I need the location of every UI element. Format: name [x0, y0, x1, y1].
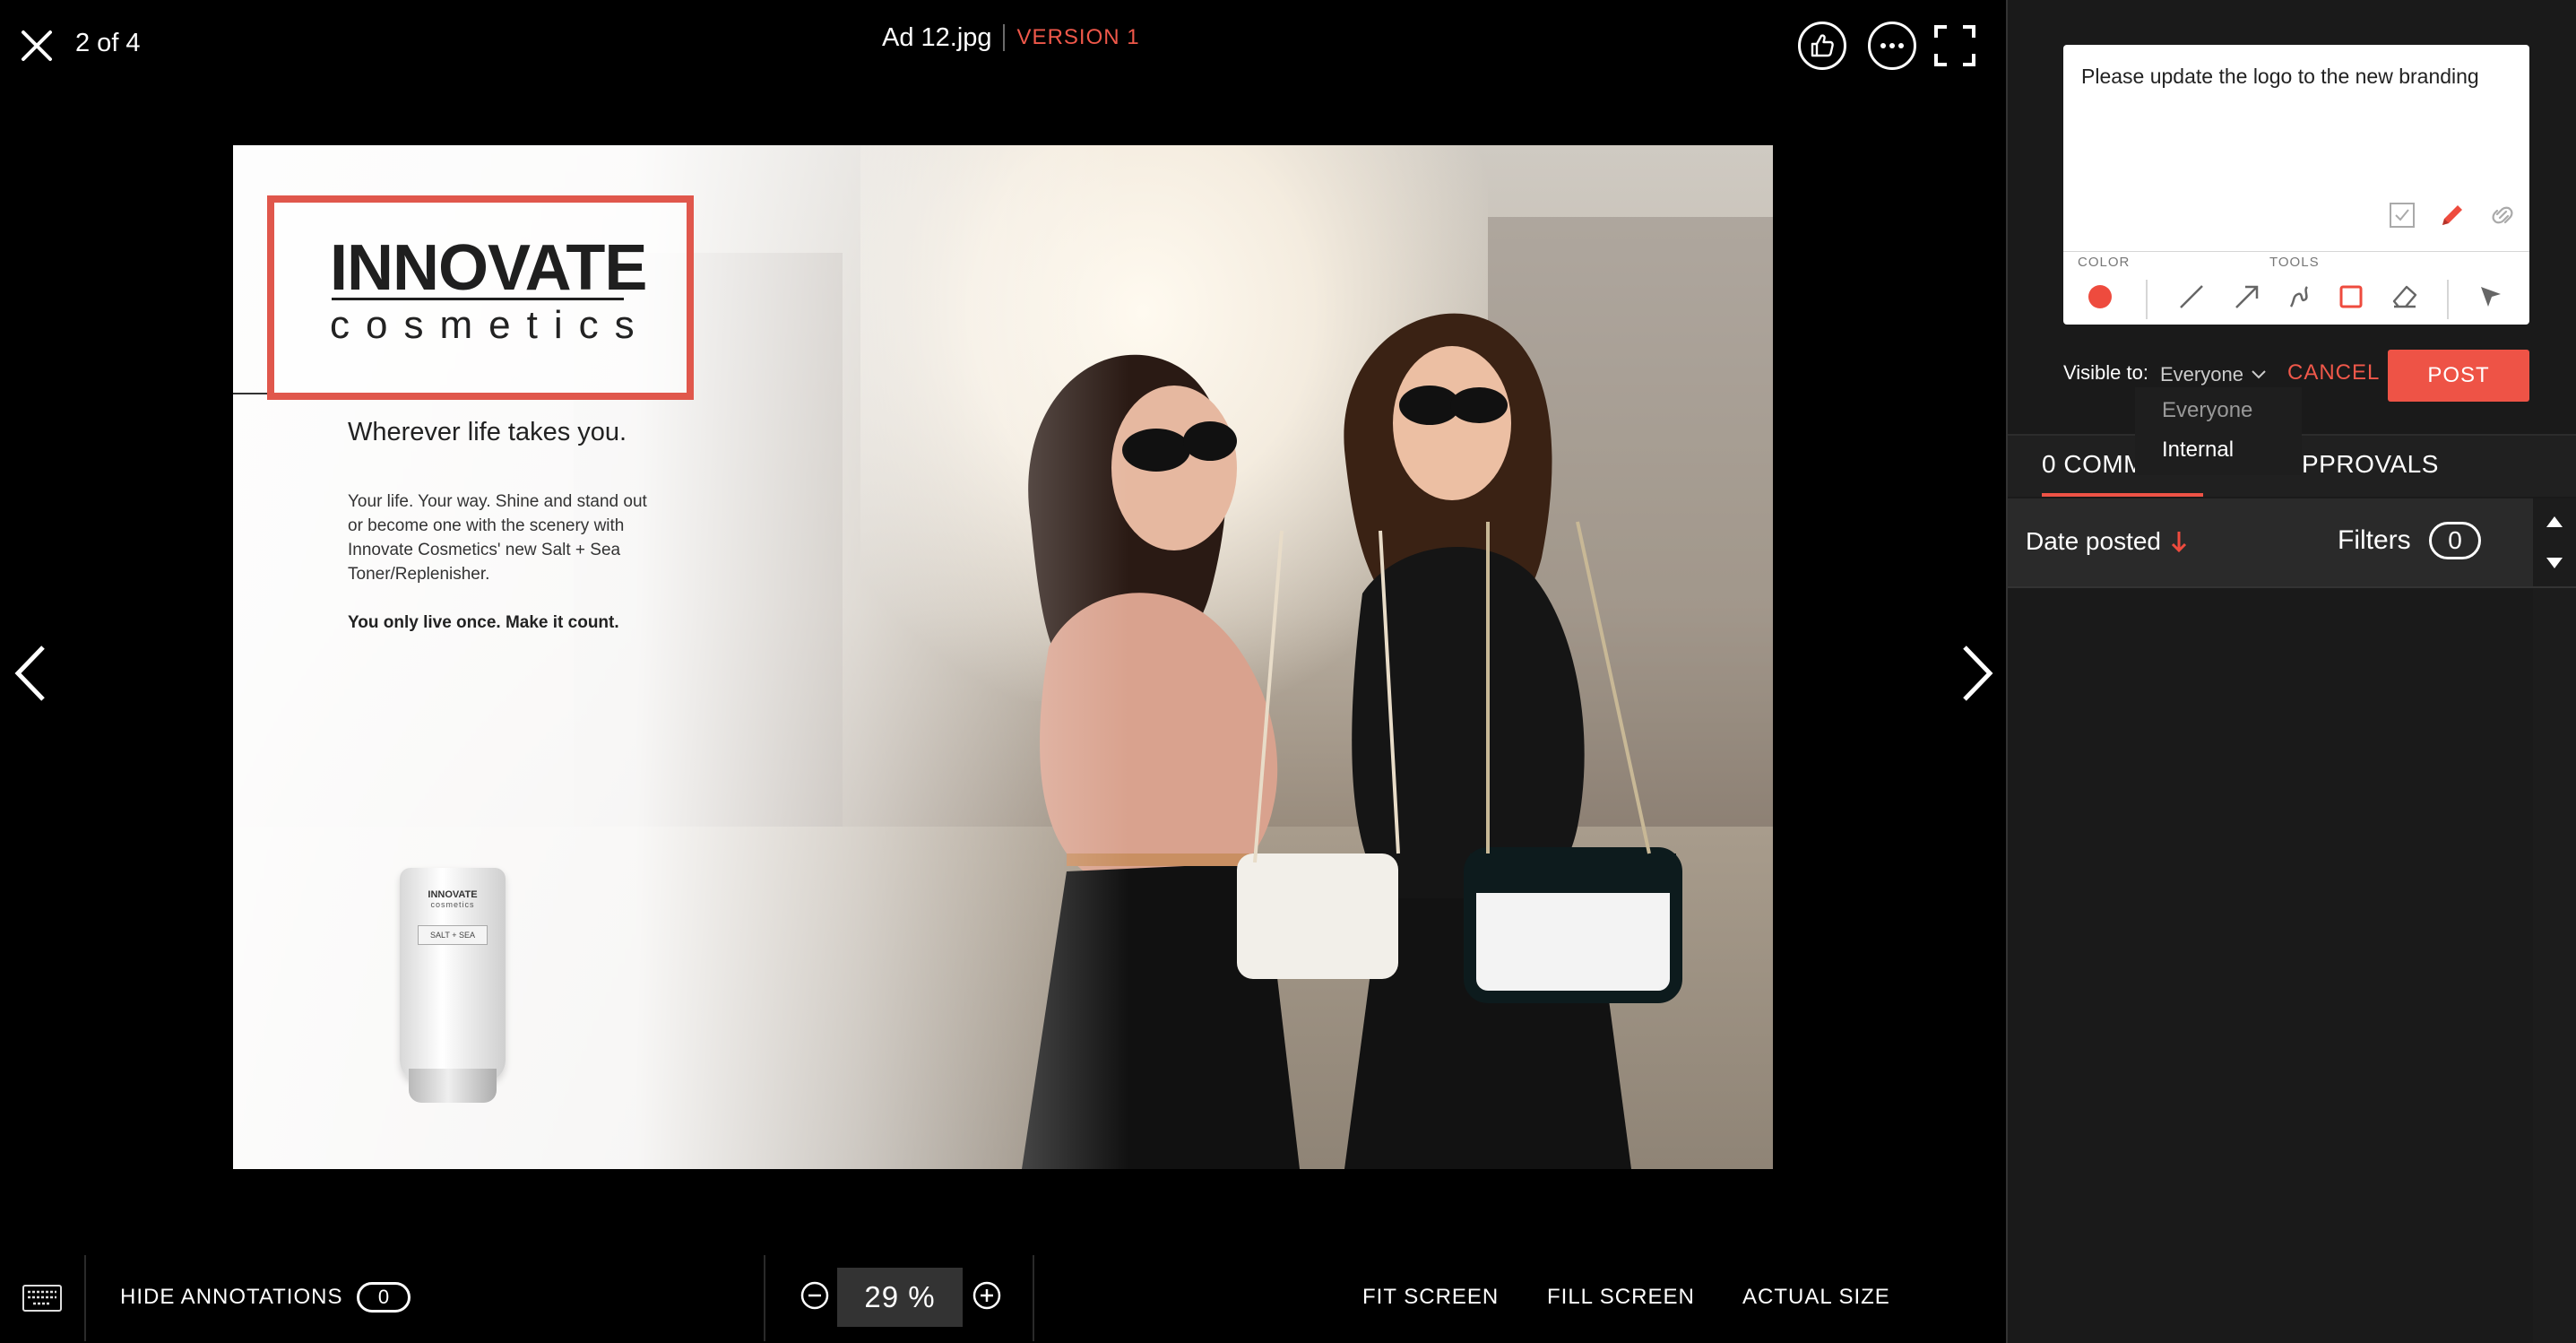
file-name: Ad 12.jpg — [882, 22, 992, 52]
fullscreen-icon[interactable] — [1932, 23, 1977, 68]
sort-bar: Date posted Filters 0 — [2008, 498, 2533, 586]
eraser-tool[interactable] — [2388, 280, 2422, 314]
attachment-icon[interactable] — [2488, 201, 2517, 230]
chevron-down-icon — [2252, 370, 2266, 379]
visibility-dropdown: Everyone Internal — [2135, 387, 2302, 475]
hide-annotations-button[interactable]: HIDE ANNOTATIONS — [120, 1284, 342, 1311]
title-divider — [1002, 24, 1005, 51]
zoom-level-input[interactable]: 29 % — [837, 1268, 963, 1327]
comment-input[interactable]: Please update the logo to the new brandi… — [2081, 65, 2503, 88]
color-picker[interactable] — [2083, 280, 2117, 314]
tube-subbrand: cosmetics — [430, 900, 475, 909]
visibility-option-everyone[interactable]: Everyone — [2162, 398, 2252, 423]
pencil-icon[interactable] — [2438, 201, 2467, 230]
visibility-label: Visible to: — [2063, 361, 2148, 384]
color-label: COLOR — [2078, 255, 2131, 270]
version-selector[interactable]: VERSION 1 — [1017, 25, 1140, 50]
close-icon[interactable] — [18, 27, 56, 65]
tab-comments[interactable]: 0 COMM — [2042, 450, 2145, 479]
sort-date-posted[interactable]: Date posted — [2026, 527, 2188, 556]
visibility-option-internal[interactable]: Internal — [2162, 438, 2234, 463]
rectangle-tool[interactable] — [2334, 280, 2368, 314]
visibility-value: Everyone — [2160, 363, 2243, 386]
logo-rule — [233, 393, 269, 394]
ad-tagline: Wherever life takes you. — [348, 418, 627, 446]
color-swatch-icon — [2088, 285, 2112, 308]
previous-arrow-icon[interactable] — [13, 644, 48, 703]
tools-label: TOOLS — [2269, 255, 2320, 270]
tool-separator — [2146, 280, 2148, 319]
thumbs-up-icon — [1811, 34, 1834, 57]
bottom-divider — [84, 1255, 86, 1341]
select-tool[interactable] — [2474, 280, 2508, 314]
post-button[interactable]: POST — [2388, 350, 2529, 402]
product-tube-cap — [409, 1069, 497, 1103]
tab-approvals[interactable]: PPROVALS — [2302, 450, 2439, 479]
bottom-divider — [764, 1255, 765, 1341]
arrow-tool[interactable] — [2230, 280, 2264, 314]
page-counter: 2 of 4 — [75, 29, 141, 57]
cancel-button[interactable]: CANCEL — [2287, 360, 2380, 386]
keyboard-icon[interactable] — [22, 1284, 63, 1313]
arrow-icon — [2235, 285, 2259, 308]
fit-screen-button[interactable]: FIT SCREEN — [1362, 1284, 1499, 1311]
ad-image[interactable]: INNOVATE cosmetics Wherever life takes y… — [233, 145, 1773, 1169]
zoom-out-icon[interactable] — [800, 1280, 830, 1311]
tool-separator — [2447, 280, 2449, 319]
more-icon — [1880, 43, 1904, 48]
arrow-down-icon — [2171, 532, 2187, 553]
sort-label: Date posted — [2026, 527, 2161, 555]
active-tab-indicator — [2042, 493, 2203, 497]
scroll-down-icon[interactable] — [2544, 552, 2565, 574]
comments-panel: Please update the logo to the new brandi… — [2006, 0, 2576, 1343]
sort-bar-divider — [2008, 586, 2576, 588]
annotation-count-badge: 0 — [357, 1282, 411, 1313]
next-arrow-icon[interactable] — [1959, 644, 1995, 703]
fill-screen-button[interactable]: FILL SCREEN — [1547, 1284, 1695, 1311]
ad-call-to-action: You only live once. Make it count. — [348, 613, 619, 632]
cursor-icon — [2481, 287, 2501, 307]
freehand-tool[interactable] — [2282, 280, 2316, 314]
scroll-up-icon[interactable] — [2544, 511, 2565, 533]
freehand-icon — [2289, 286, 2309, 308]
line-icon — [2180, 285, 2203, 308]
approve-button[interactable] — [1798, 22, 1846, 70]
line-tool[interactable] — [2174, 280, 2209, 314]
ad-brand-subtitle: cosmetics — [330, 303, 651, 347]
ad-brand-name: INNOVATE — [330, 232, 647, 304]
file-title: Ad 12.jpg VERSION 1 — [882, 22, 1140, 54]
eraser-icon — [2392, 285, 2417, 308]
bottom-divider — [1033, 1255, 1034, 1341]
filter-count-badge: 0 — [2429, 522, 2481, 559]
tube-brand: INNOVATE — [428, 889, 478, 900]
actual-size-button[interactable]: ACTUAL SIZE — [1742, 1284, 1890, 1311]
image-viewer: 2 of 4 Ad 12.jpg VERSION 1 INNOVATE cosm… — [0, 0, 2006, 1343]
comment-editor[interactable]: Please update the logo to the new brandi… — [2063, 45, 2529, 325]
ad-body-copy: Your life. Your way. Shine and stand out… — [348, 492, 647, 584]
rectangle-icon — [2339, 285, 2363, 308]
visibility-select[interactable]: Everyone — [2160, 363, 2267, 386]
brand-underline — [332, 298, 624, 300]
toolbar-divider — [2063, 251, 2529, 252]
checkbox-icon[interactable] — [2388, 201, 2416, 230]
scrollbar[interactable] — [2533, 498, 2576, 1343]
tube-label: SALT + SEA — [418, 925, 488, 945]
zoom-in-icon[interactable] — [972, 1280, 1002, 1311]
filters-button[interactable]: Filters — [2338, 525, 2411, 556]
more-options-button[interactable] — [1868, 22, 1916, 70]
